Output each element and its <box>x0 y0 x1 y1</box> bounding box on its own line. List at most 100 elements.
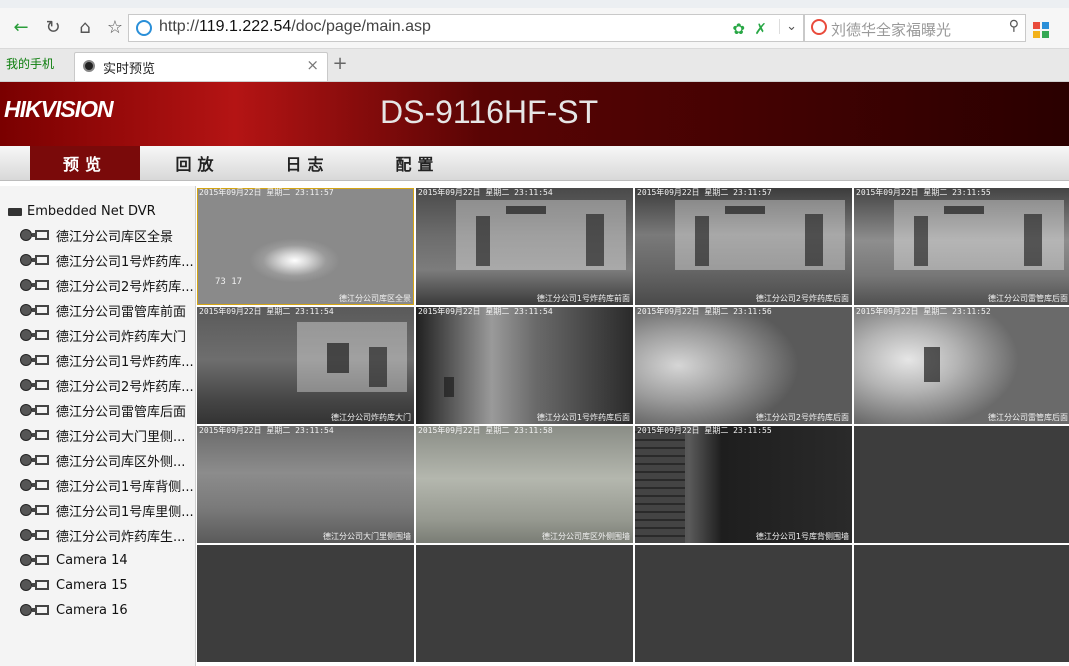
camera-icon <box>32 530 49 540</box>
record-icon[interactable] <box>20 379 32 391</box>
record-icon[interactable] <box>20 254 32 266</box>
record-icon[interactable] <box>20 504 32 516</box>
address-bar[interactable]: http://119.1.222.54/doc/page/main.asp ✿ … <box>128 14 804 42</box>
chevron-down-icon[interactable]: ⌄ <box>779 19 797 34</box>
record-icon[interactable] <box>20 604 32 616</box>
record-icon[interactable] <box>20 579 32 591</box>
search-engine-icon <box>811 19 827 35</box>
close-icon[interactable]: × <box>306 56 319 74</box>
video-feed[interactable]: 2015年09月22日 星期二 23:11:54 德江分公司大门里侧围墙 <box>197 426 414 543</box>
camera-label: 德江分公司库区外侧... <box>56 454 186 470</box>
camera-icon <box>32 580 49 590</box>
home-icon[interactable]: ⌂ <box>72 14 98 40</box>
camera-list-item[interactable]: 德江分公司2号炸药库... <box>20 375 194 395</box>
camera-icon <box>32 280 49 290</box>
record-icon[interactable] <box>20 354 32 366</box>
video-feed-empty[interactable] <box>635 545 852 662</box>
tab-bar: 我的手机 实时预览 × + <box>0 49 1069 82</box>
camera-list-item[interactable]: 德江分公司炸药库大门 <box>20 325 186 345</box>
feed-camera-name: 德江分公司1号炸药库前面 <box>536 294 630 303</box>
camera-list-item[interactable]: 德江分公司库区全景 <box>20 225 173 245</box>
feed-timestamp: 2015年09月22日 星期二 23:11:54 <box>199 307 334 316</box>
record-icon[interactable] <box>20 329 32 341</box>
browser-toolbar: ← ↻ ⌂ ☆ http://119.1.222.54/doc/page/mai… <box>0 8 1069 49</box>
feed-camera-name: 德江分公司库区全景 <box>339 294 411 303</box>
camera-icon <box>32 305 49 315</box>
video-feed[interactable]: 2015年09月22日 星期二 23:11:56 德江分公司2号炸药库后面 <box>635 307 852 424</box>
feed-timestamp: 2015年09月22日 星期二 23:11:58 <box>418 426 553 435</box>
star-icon[interactable]: ☆ <box>102 14 128 40</box>
camera-list-item[interactable]: Camera 15 <box>20 575 128 595</box>
feed-camera-name: 德江分公司1号库背侧围墙 <box>755 532 849 541</box>
camera-tree: Embedded Net DVR 德江分公司库区全景德江分公司1号炸药库... 德… <box>0 186 196 666</box>
video-feed[interactable]: 2015年09月22日 星期二 23:11:54 德江分公司1号炸药库前面 <box>416 188 633 305</box>
camera-label: 德江分公司1号炸药库... <box>56 254 194 270</box>
refresh-icon[interactable]: ↻ <box>40 14 66 40</box>
video-feed-empty[interactable] <box>854 426 1069 543</box>
feed-timestamp: 2015年09月22日 星期二 23:11:56 <box>637 307 772 316</box>
address-text: http://119.1.222.54/doc/page/main.asp <box>159 18 431 35</box>
feed-timestamp: 2015年09月22日 星期二 23:11:54 <box>199 426 334 435</box>
apps-grid-icon[interactable] <box>1033 22 1049 38</box>
menu-log[interactable]: 日志 <box>255 146 360 180</box>
tree-root-dvr[interactable]: Embedded Net DVR <box>8 204 156 219</box>
camera-icon <box>32 405 49 415</box>
camera-list-item[interactable]: 德江分公司大门里侧... <box>20 425 185 445</box>
camera-list-item[interactable]: 德江分公司雷管库后面 <box>20 400 186 420</box>
camera-icon <box>32 430 49 440</box>
tab-title: 实时预览 <box>103 62 156 77</box>
video-feed[interactable]: 2015年09月22日 星期二 23:11:57 德江分公司库区全景 73 17 <box>197 188 414 305</box>
video-feed-empty[interactable] <box>197 545 414 662</box>
feed-camera-name: 德江分公司雷管库后面 <box>988 413 1068 422</box>
record-icon[interactable] <box>20 229 32 241</box>
camera-list-item[interactable]: 德江分公司1号库里侧... <box>20 500 194 520</box>
camera-list-item[interactable]: 德江分公司炸药库生... <box>20 525 185 545</box>
feed-timestamp: 2015年09月22日 星期二 23:11:52 <box>856 307 991 316</box>
video-feed[interactable]: 2015年09月22日 星期二 23:11:54 德江分公司炸药库大门 <box>197 307 414 424</box>
speed-icon[interactable]: ✗ <box>754 20 767 38</box>
new-tab-button[interactable]: + <box>330 54 350 74</box>
record-icon[interactable] <box>20 429 32 441</box>
record-icon[interactable] <box>20 279 32 291</box>
video-feed-empty[interactable] <box>416 545 633 662</box>
video-feed[interactable]: 2015年09月22日 星期二 23:11:58 德江分公司库区外侧围墙 <box>416 426 633 543</box>
camera-list-item[interactable]: 德江分公司2号炸药库... <box>20 275 194 295</box>
camera-label: Camera 14 <box>56 552 128 568</box>
camera-list-item[interactable]: 德江分公司1号库背侧... <box>20 475 194 495</box>
record-icon[interactable] <box>20 304 32 316</box>
tree-root-label: Embedded Net DVR <box>27 204 156 219</box>
video-feed[interactable]: 2015年09月22日 星期二 23:11:54 德江分公司1号炸药库后面 <box>416 307 633 424</box>
record-icon[interactable] <box>20 554 32 566</box>
video-feed[interactable]: 2015年09月22日 星期二 23:11:55 德江分公司雷管库后面 <box>854 188 1069 305</box>
menu-config[interactable]: 配置 <box>365 146 470 180</box>
video-feed[interactable]: 2015年09月22日 星期二 23:11:55 德江分公司1号库背侧围墙 <box>635 426 852 543</box>
camera-label: 德江分公司炸药库生... <box>56 529 186 545</box>
search-icon[interactable]: ⚲ <box>1009 18 1019 34</box>
bookmark-my-phone[interactable]: 我的手机 <box>0 55 54 72</box>
record-icon[interactable] <box>20 479 32 491</box>
menu-playback[interactable]: 回放 <box>145 146 250 180</box>
camera-list-item[interactable]: 德江分公司雷管库前面 <box>20 300 186 320</box>
video-feed[interactable]: 2015年09月22日 星期二 23:11:57 德江分公司2号炸药库后面 <box>635 188 852 305</box>
feed-timestamp: 2015年09月22日 星期二 23:11:57 <box>199 188 334 197</box>
menu-preview[interactable]: 预览 <box>30 146 140 180</box>
video-feed-empty[interactable] <box>854 545 1069 662</box>
record-icon[interactable] <box>20 529 32 541</box>
video-feed[interactable]: 2015年09月22日 星期二 23:11:52 德江分公司雷管库后面 <box>854 307 1069 424</box>
back-icon[interactable]: ← <box>8 14 34 40</box>
camera-label: 德江分公司库区全景 <box>56 229 174 245</box>
security-icon[interactable]: ✿ <box>732 20 745 38</box>
camera-list-item[interactable]: 德江分公司1号炸药库... <box>20 250 194 270</box>
camera-list-item[interactable]: 德江分公司1号炸药库... <box>20 350 194 370</box>
record-icon[interactable] <box>20 454 32 466</box>
search-box[interactable]: 刘德华全家福曝光 ⚲ <box>804 14 1026 42</box>
camera-list-item[interactable]: Camera 16 <box>20 600 128 620</box>
device-model: DS-9116HF-ST <box>380 94 599 130</box>
tab-live-preview[interactable]: 实时预览 × <box>74 52 328 81</box>
camera-list-item[interactable]: 德江分公司库区外侧... <box>20 450 185 470</box>
record-icon[interactable] <box>20 404 32 416</box>
camera-label: 德江分公司1号炸药库... <box>56 354 194 370</box>
camera-icon <box>32 230 49 240</box>
camera-list-item[interactable]: Camera 14 <box>20 550 128 570</box>
camera-icon <box>32 330 49 340</box>
